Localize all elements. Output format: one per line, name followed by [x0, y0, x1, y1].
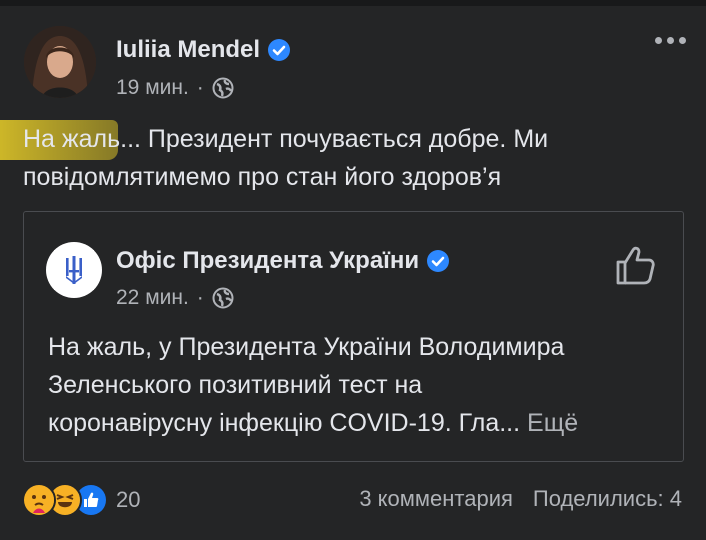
post-meta: 19 мин. ·: [116, 76, 234, 100]
more-dot-icon: [678, 36, 686, 44]
shared-post-time[interactable]: 22 мин.: [116, 286, 189, 310]
globe-icon: [212, 77, 234, 99]
meta-separator: ·: [196, 76, 204, 99]
verified-badge-icon: [427, 250, 450, 272]
author-avatar[interactable]: [24, 26, 96, 98]
meta-separator: ·: [196, 286, 204, 309]
reaction-count[interactable]: 20: [116, 487, 140, 513]
shared-post-card[interactable]: Офіс Президента України 22 мин. · На жал…: [23, 211, 684, 462]
more-dot-icon: [654, 36, 662, 44]
top-edge: [0, 0, 706, 6]
globe-icon: [212, 287, 234, 309]
shared-post-text: На жаль, у Президента України Володимира…: [48, 328, 678, 442]
page-name[interactable]: Офіс Президента України: [116, 247, 450, 275]
shared-text-line: Зеленського позитивний тест на: [48, 371, 423, 399]
see-more-link[interactable]: Ещё: [527, 409, 578, 437]
comments-count-link[interactable]: 3 комментария: [359, 486, 513, 512]
thumbs-up-icon[interactable]: [612, 244, 658, 286]
shared-post-meta: 22 мин. ·: [116, 286, 234, 310]
more-dot-icon: [666, 36, 674, 44]
shared-text-line-last: коронавірусну інфекцію COVID-19. Гла... …: [48, 404, 678, 442]
care-reaction-icon: [22, 483, 56, 517]
author-name-text[interactable]: Iuliia Mendel: [116, 36, 260, 64]
author-name[interactable]: Iuliia Mendel: [116, 36, 291, 64]
more-options-button[interactable]: [650, 30, 690, 50]
page-logo[interactable]: [46, 242, 102, 298]
verified-badge-icon: [268, 39, 291, 61]
shared-text-line: На жаль, у Президента України Володимира: [48, 333, 565, 361]
post-text: На жаль... Президент почувається добре. …: [23, 120, 693, 196]
trident-icon: [54, 250, 94, 290]
reactions-summary[interactable]: 20: [22, 482, 140, 518]
engagement-stats: 3 комментария Поделились: 4: [359, 486, 682, 512]
post-time[interactable]: 19 мин.: [116, 76, 189, 100]
post-text-line: повідомлятимемо про стан його здоров’я: [23, 163, 502, 191]
shared-text-line: коронавірусну інфекцію COVID-19. Гла...: [48, 409, 521, 437]
shares-count-link[interactable]: Поделились: 4: [533, 486, 682, 512]
post-text-line: На жаль... Президент почувається добре. …: [23, 125, 549, 153]
page-name-text[interactable]: Офіс Президента України: [116, 247, 419, 275]
